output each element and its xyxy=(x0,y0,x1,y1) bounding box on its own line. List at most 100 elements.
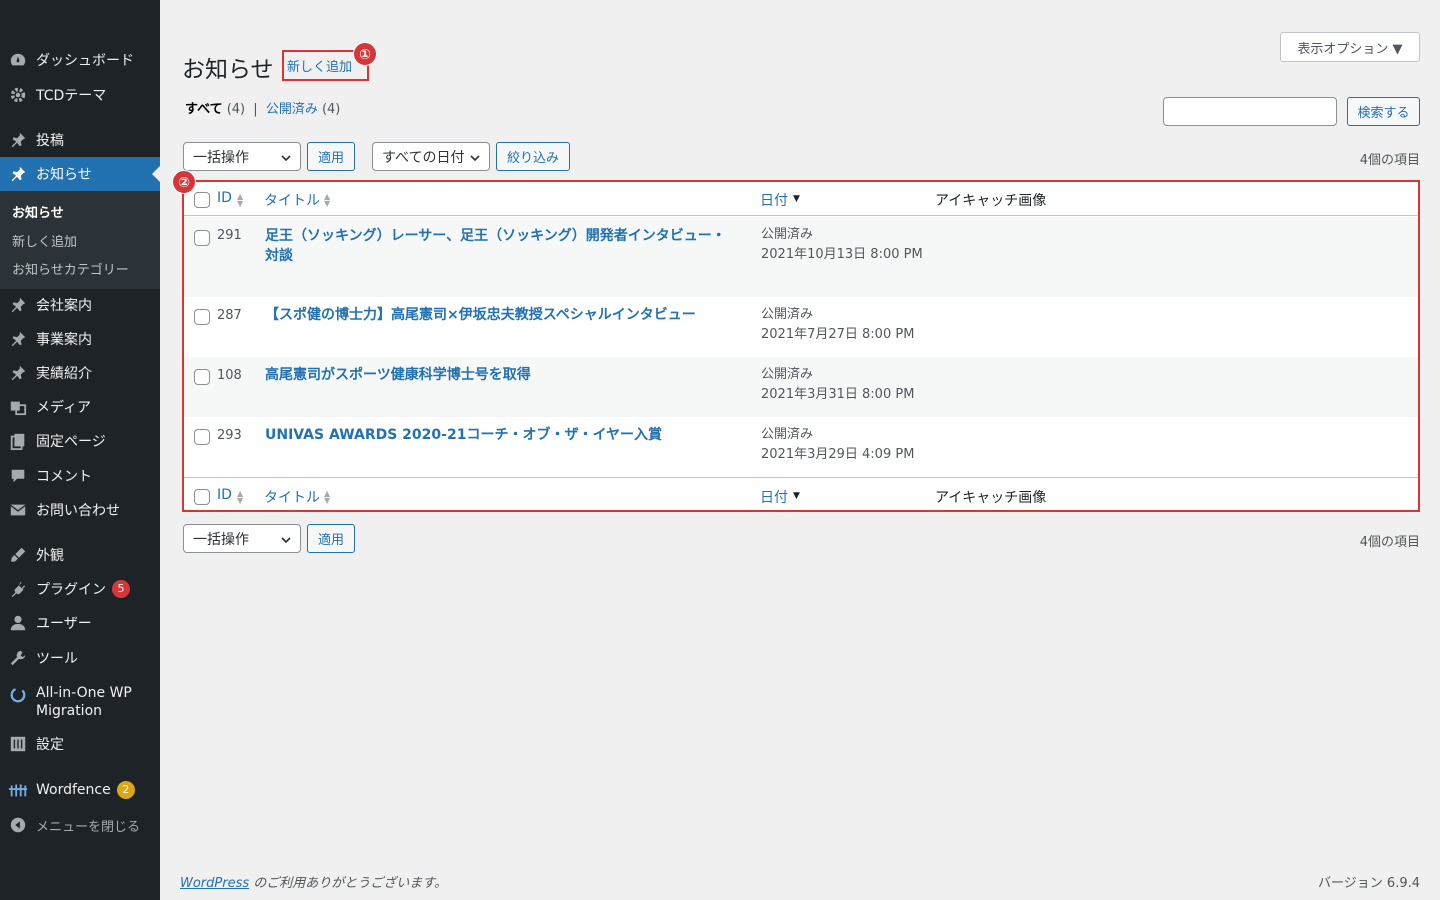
menu-wordfence[interactable]: Wordfence 2 xyxy=(0,773,160,807)
menu-tools[interactable]: ツール xyxy=(0,641,160,675)
screen-options-button[interactable]: 表示オプション ▼ xyxy=(1280,32,1420,62)
menu-label: Wordfence xyxy=(36,782,111,798)
menu-appearance[interactable]: 外観 xyxy=(0,538,160,572)
row-title-link[interactable]: 足王（ソッキング）レーサー、足王（ソッキング）開発者インタビュー・対談 xyxy=(265,226,735,266)
menu-media[interactable]: メディア xyxy=(0,390,160,424)
menu-news[interactable]: お知らせ xyxy=(0,157,160,191)
wrench-icon xyxy=(0,649,36,667)
dashboard-icon xyxy=(0,51,36,69)
row-title-link[interactable]: UNIVAS AWARDS 2020-21コーチ・オブ・ザ・イヤー入賞 xyxy=(265,425,735,445)
menu-label: All-in-One WP Migration xyxy=(36,685,132,719)
admin-footer: WordPress のご利用ありがとうございます。 xyxy=(180,872,447,891)
version-text: バージョン 6.9.4 xyxy=(1318,876,1420,891)
annotation-marker-2: ② xyxy=(172,170,196,194)
wordfence-icon xyxy=(0,782,36,798)
sort-icon[interactable]: ▲ ▼ xyxy=(324,193,330,208)
column-date-footer[interactable]: 日付 xyxy=(760,487,788,507)
menu-company[interactable]: 会社案内 xyxy=(0,288,160,322)
annotation-marker-1: ① xyxy=(353,42,377,66)
menu-label: 外観 xyxy=(36,548,64,564)
menu-works[interactable]: 実績紹介 xyxy=(0,356,160,390)
row-id: 291 xyxy=(217,228,242,243)
row-status: 公開済み xyxy=(761,367,814,382)
menu-label: メディア xyxy=(36,400,92,416)
row-checkbox[interactable] xyxy=(194,369,210,385)
column-title-header[interactable]: タイトル xyxy=(264,190,320,210)
select-all-checkbox-bottom[interactable] xyxy=(194,489,210,505)
date-filter-value: すべての日付 xyxy=(382,149,465,166)
apply-button-top[interactable]: 適用 xyxy=(307,142,355,171)
menu-label: 事業案内 xyxy=(36,332,92,348)
menu-users[interactable]: ユーザー xyxy=(0,606,160,640)
pin-icon xyxy=(0,296,36,314)
row-id: 293 xyxy=(217,428,242,443)
menu-posts[interactable]: 投稿 xyxy=(0,123,160,157)
select-all-checkbox[interactable] xyxy=(194,192,210,208)
filter-button[interactable]: 絞り込み xyxy=(496,142,570,171)
column-id-header[interactable]: ID xyxy=(217,190,232,206)
menu-plugins[interactable]: プラグイン 5 xyxy=(0,572,160,606)
mail-icon xyxy=(0,501,36,519)
column-date-header[interactable]: 日付 xyxy=(760,190,788,210)
menu-comments[interactable]: コメント xyxy=(0,459,160,493)
column-id-footer[interactable]: ID xyxy=(217,487,232,503)
menu-label: メニューを閉じる xyxy=(36,819,141,835)
row-id: 287 xyxy=(217,308,242,323)
search-button[interactable]: 検索する xyxy=(1347,97,1420,126)
menu-label: 実績紹介 xyxy=(36,366,92,382)
sort-icon[interactable]: ▲ ▼ xyxy=(324,490,330,505)
menu-label: 投稿 xyxy=(36,133,64,149)
menu-settings[interactable]: 設定 xyxy=(0,727,160,761)
row-checkbox[interactable] xyxy=(194,230,210,246)
filter-all-count: (4) xyxy=(226,102,246,117)
menu-label: ダッシュボード xyxy=(36,53,134,69)
filter-published-count: (4) xyxy=(321,102,341,117)
sort-desc-icon[interactable]: ▼ xyxy=(793,492,800,501)
sort-icon[interactable]: ▲ ▼ xyxy=(237,193,243,208)
apply-button-bottom[interactable]: 適用 xyxy=(307,524,355,553)
menu-all-in-one-migration[interactable]: All-in-One WP Migration xyxy=(0,684,160,720)
row-title-link[interactable]: 高尾憲司がスポーツ健康科学博士号を取得 xyxy=(265,365,735,385)
row-title-link[interactable]: 【スポ健の博士力】高尾憲司×伊坂忠夫教授スペシャルインタビュー xyxy=(265,305,745,325)
main-content: 表示オプション ▼ お知らせ 新しく追加 ① すべて (4) | 公開済み (4… xyxy=(160,0,1440,900)
gear-icon xyxy=(0,86,36,104)
user-icon xyxy=(0,614,36,632)
menu-label: 会社案内 xyxy=(36,298,92,314)
column-featured-footer: アイキャッチ画像 xyxy=(935,490,1047,506)
menu-dashboard[interactable]: ダッシュボード xyxy=(0,43,160,77)
row-date: 2021年7月27日 8:00 PM xyxy=(761,327,915,342)
menu-label: お問い合わせ xyxy=(36,503,120,519)
row-status: 公開済み xyxy=(761,307,814,322)
menu-tcd-theme[interactable]: TCDテーマ xyxy=(0,78,160,112)
submenu-news[interactable]: お知らせ xyxy=(12,202,64,221)
menu-business[interactable]: 事業案内 xyxy=(0,322,160,356)
migration-icon xyxy=(0,684,36,704)
settings-icon xyxy=(0,735,36,753)
bulk-action-select-bottom[interactable]: 一括操作 xyxy=(183,524,301,553)
row-checkbox[interactable] xyxy=(194,309,210,325)
wordpress-link[interactable]: WordPress xyxy=(180,876,249,891)
table-row: 291 足王（ソッキング）レーサー、足王（ソッキング）開発者インタビュー・対談 … xyxy=(184,217,1418,297)
menu-collapse[interactable]: メニューを閉じる xyxy=(0,808,160,842)
menu-label: 設定 xyxy=(36,737,64,753)
filter-all[interactable]: すべて xyxy=(185,102,223,117)
menu-label: 固定ページ xyxy=(36,434,106,450)
menu-contact[interactable]: お問い合わせ xyxy=(0,493,160,527)
column-title-footer[interactable]: タイトル xyxy=(264,487,320,507)
row-checkbox[interactable] xyxy=(194,429,210,445)
chevron-down-icon xyxy=(281,537,291,544)
submenu-news-category[interactable]: お知らせカテゴリー xyxy=(12,259,129,278)
bulk-action-select-top[interactable]: 一括操作 xyxy=(183,142,301,171)
submenu-add-new[interactable]: 新しく追加 xyxy=(12,231,77,250)
date-filter-select[interactable]: すべての日付 xyxy=(372,142,490,171)
bulk-action-value: 一括操作 xyxy=(193,531,249,548)
menu-label: プラグイン xyxy=(36,582,106,598)
search-input[interactable] xyxy=(1163,97,1337,126)
sort-icon[interactable]: ▲ ▼ xyxy=(237,490,243,505)
sort-desc-icon[interactable]: ▼ xyxy=(793,195,800,204)
menu-pages[interactable]: 固定ページ xyxy=(0,424,160,458)
table-row: 287 【スポ健の博士力】高尾憲司×伊坂忠夫教授スペシャルインタビュー 公開済み… xyxy=(184,297,1418,357)
filter-published[interactable]: 公開済み xyxy=(266,102,318,117)
bulk-action-value: 一括操作 xyxy=(193,149,249,166)
chevron-down-icon xyxy=(470,155,480,162)
